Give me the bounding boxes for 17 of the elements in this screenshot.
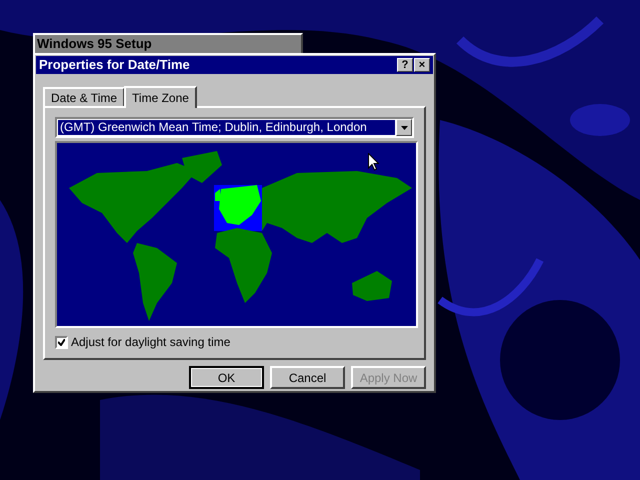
help-button[interactable]: ? [397,58,413,72]
mouse-pointer-icon [368,153,379,171]
checkbox[interactable] [55,336,68,348]
close-button[interactable]: × [414,58,430,72]
dropdown-button[interactable] [396,119,412,136]
window-title: Windows 95 Setup [37,35,152,54]
time-zone-dropdown[interactable]: (GMT) Greenwich Mean Time; Dublin, Edinburgh, London [55,117,414,138]
check-icon [58,338,65,346]
dialog-button[interactable]: OK [189,366,264,389]
world-map[interactable] [57,143,416,326]
window-title: Properties for Date/Time [39,56,190,74]
tab[interactable]: Time Zone [124,86,197,108]
checkbox-label: Adjust for daylight saving time [71,334,230,351]
caret-icon [400,126,408,130]
dropdown-value: (GMT) Greenwich Mean Time; Dublin, Edinburgh, London [58,120,395,135]
tab[interactable]: Date & Time [43,87,126,106]
dialog-button[interactable]: Cancel [270,366,345,389]
